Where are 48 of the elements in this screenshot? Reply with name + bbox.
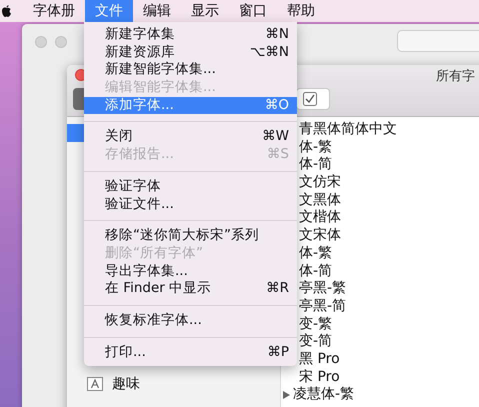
font-name[interactable]: 体-繁 xyxy=(299,244,332,263)
font-name[interactable]: 黑 Pro xyxy=(299,350,340,369)
menu-item[interactable]: 新建字体集 ⌘N xyxy=(84,26,297,44)
menu-item[interactable]: 在 Finder 中显示 ⌘R xyxy=(84,280,297,298)
checkbox-button[interactable] xyxy=(296,88,330,110)
font-name[interactable]: 宋 Pro xyxy=(299,368,340,386)
menu-bar-item[interactable]: 编辑 xyxy=(133,0,181,22)
menu-bar-item[interactable]: 窗口 xyxy=(229,0,277,22)
menu-item[interactable]: 验证字体 xyxy=(84,178,297,196)
checkbox-icon xyxy=(303,92,317,106)
font-name[interactable]: 变-繁 xyxy=(299,316,332,334)
disclosure-triangle-icon[interactable] xyxy=(283,391,290,400)
window-title: 所有字 xyxy=(436,68,475,85)
shortcut-label: ⌘N xyxy=(264,26,289,44)
menu-item[interactable]: 导出字体集... xyxy=(84,262,297,280)
font-name[interactable]: 青黑体简体中文 xyxy=(299,121,397,139)
menu-bar-item[interactable]: 文件 xyxy=(85,0,133,22)
sidebar-item[interactable]: 趣味 xyxy=(112,375,140,393)
shortcut-label: ⌘S xyxy=(266,146,289,164)
font-name[interactable]: 文楷体 xyxy=(299,209,341,228)
font-name[interactable]: 体-简 xyxy=(299,262,332,280)
font-collection-icon xyxy=(87,377,103,391)
menu-item[interactable]: 验证文件... xyxy=(84,196,297,214)
font-name[interactable]: 文黑体 xyxy=(299,192,341,210)
menu-item[interactable]: 新建智能字体集... xyxy=(84,61,297,80)
menu-item[interactable]: 恢复标准字体... xyxy=(84,312,297,330)
apple-logo-icon[interactable] xyxy=(1,4,12,18)
font-name[interactable]: 体-繁 xyxy=(299,138,332,156)
shortcut-label: ⌘W xyxy=(261,128,289,146)
font-name[interactable]: 文宋体 xyxy=(299,227,341,245)
menu-item[interactable]: 移除“迷你简大标宋”系列 xyxy=(84,227,297,245)
font-name[interactable]: 变-简 xyxy=(299,333,332,351)
menu-bar-item[interactable]: 字体册 xyxy=(23,0,85,22)
font-name[interactable]: 亭黑-繁 xyxy=(299,280,346,298)
menu-item[interactable]: 关闭 ⌘W xyxy=(84,128,297,146)
menu-item[interactable]: 添加字体... ⌘O xyxy=(84,96,297,114)
menu-item[interactable]: 新建资源库 ⌥⌘N xyxy=(84,44,297,62)
font-name[interactable]: 文仿宋 xyxy=(299,174,341,192)
menu-item[interactable]: 打印... ⌘P xyxy=(84,344,297,362)
shortcut-label: ⌘R xyxy=(265,280,289,298)
shortcut-label: ⌘O xyxy=(264,96,289,114)
font-name[interactable]: 体-简 xyxy=(299,156,332,174)
font-name[interactable]: 凌慧体-繁 xyxy=(293,386,354,404)
menu-bar-item[interactable]: 显示 xyxy=(181,0,229,22)
shortcut-label: ⌥⌘N xyxy=(248,44,289,62)
shortcut-label: ⌘P xyxy=(266,344,289,362)
menu-bar-item[interactable]: 帮助 xyxy=(277,0,325,22)
font-name[interactable]: 亭黑-简 xyxy=(299,298,346,316)
